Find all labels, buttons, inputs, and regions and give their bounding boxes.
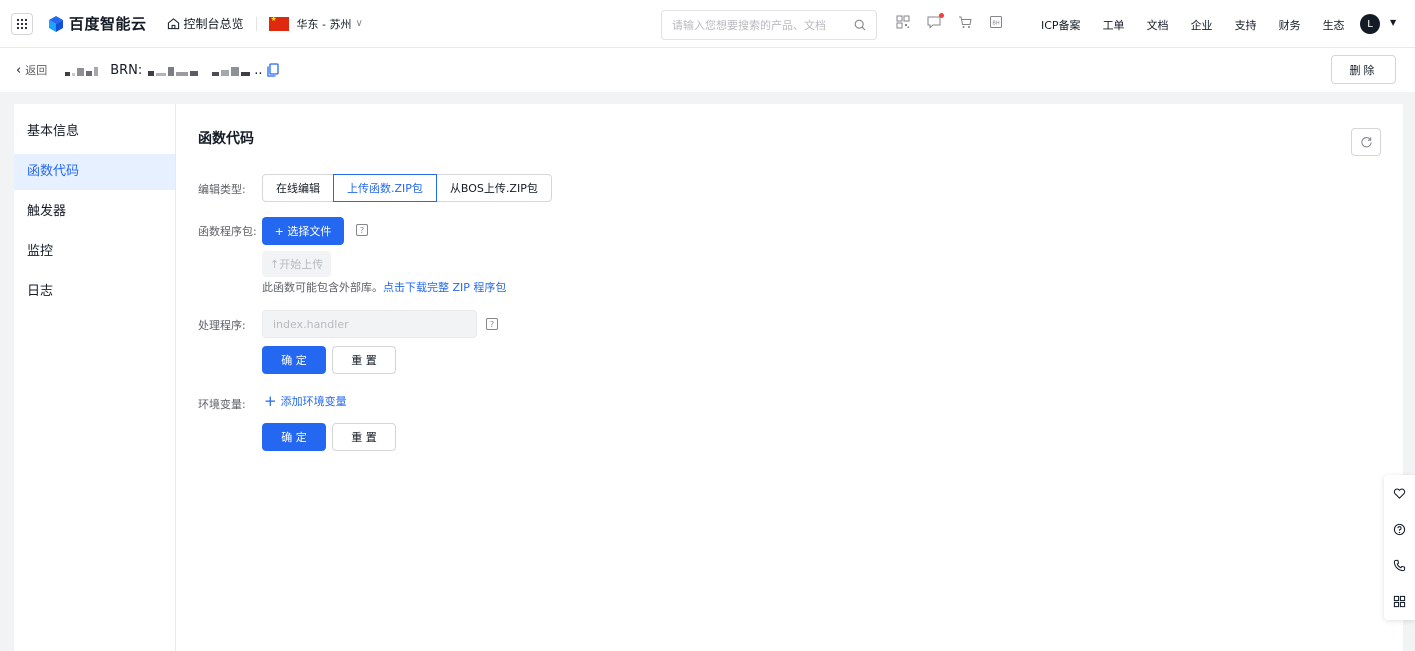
link-ticket[interactable]: 工单 (1103, 17, 1125, 33)
copy-icon[interactable] (266, 63, 279, 77)
search-input[interactable]: 请输入您想要搜索的产品、文档 (661, 10, 877, 40)
sidebar-item-function-code[interactable]: 函数代码 (14, 154, 175, 190)
refresh-icon (1360, 136, 1372, 147)
sidebar-item-logs[interactable]: 日志 (14, 274, 175, 310)
refresh-button[interactable] (1351, 128, 1381, 156)
link-docs[interactable]: 文档 (1147, 17, 1169, 33)
message-icon[interactable] (927, 13, 944, 29)
reset-button[interactable]: 重 置 (332, 346, 396, 374)
china-flag-icon (268, 15, 289, 31)
divider (255, 16, 257, 31)
page-title: 函数代码 (198, 131, 254, 147)
floating-toolbar (1384, 475, 1415, 620)
link-enterprise[interactable]: 企业 (1191, 17, 1213, 33)
toolbar-links: ICP备案 工单 文档 企业 支持 财务 生态 (1041, 17, 1367, 33)
link-finance[interactable]: 财务 (1279, 17, 1301, 33)
content-card: 基本信息 函数代码 触发器 监控 日志 函数代码 编辑类型: 在线编辑 上传函数… (14, 104, 1403, 651)
help-circle-icon[interactable] (1384, 511, 1415, 547)
add-env-var-link[interactable]: + 添加环境变量 (264, 393, 347, 409)
caret-down-icon[interactable]: ▼ (1390, 18, 1396, 27)
handler-input[interactable]: index.handler (262, 310, 477, 338)
brand-name: 百度智能云 (69, 15, 147, 33)
brand-logo[interactable]: 百度智能云 (47, 13, 147, 34)
download-zip-link[interactable]: 点击下载完整 ZIP 程序包 (383, 281, 506, 294)
side-nav: 基本信息 函数代码 触发器 监控 日志 (14, 104, 176, 651)
brn-label: BRN: (110, 62, 143, 78)
search-icon (854, 19, 866, 31)
avatar[interactable]: L (1360, 14, 1380, 34)
edit-type-online[interactable]: 在线编辑 (262, 174, 334, 202)
hint-text: 此函数可能包含外部库。 (262, 281, 383, 294)
link-support[interactable]: 支持 (1235, 17, 1257, 33)
chevron-down-icon: ∨ (355, 18, 363, 29)
handler-label: 处理程序: (198, 319, 246, 332)
edit-type-label: 编辑类型: (198, 183, 246, 196)
app-grid-icon[interactable] (11, 12, 33, 35)
qrcode-icon[interactable] (896, 15, 910, 29)
back-label: 返回 (25, 64, 48, 77)
help-icon[interactable]: ? (486, 318, 498, 330)
redacted-brn-value (148, 64, 252, 76)
top-navbar: 百度智能云 控制台总览 华东 - 苏州 ∨ 请输入您想要搜索的产品、文档 BH … (0, 0, 1415, 48)
confirm-button[interactable]: 确 定 (262, 346, 326, 374)
edit-type-bos-zip[interactable]: 从BOS上传.ZIP包 (435, 174, 552, 202)
start-upload-button[interactable]: ↑开始上传 (262, 251, 332, 277)
toolbar-icons: BH (896, 13, 1020, 29)
svg-text:BH: BH (992, 21, 999, 27)
function-header: ‹ 返回 BRN: .. 删除 (0, 48, 1415, 92)
search-mask (640, 10, 661, 40)
package-hint: 此函数可能包含外部库。点击下载完整 ZIP 程序包 (262, 279, 506, 295)
apps-grid-icon[interactable] (1384, 583, 1415, 619)
cube-logo-icon (49, 15, 63, 32)
region-selector[interactable]: 华东 - 苏州 ∨ (268, 15, 363, 32)
search-placeholder: 请输入您想要搜索的产品、文档 (672, 19, 826, 32)
add-env-label: 添加环境变量 (280, 395, 347, 408)
console-home-label: 控制台总览 (183, 17, 244, 31)
cart-icon[interactable] (958, 15, 972, 29)
sidebar-item-triggers[interactable]: 触发器 (14, 194, 175, 230)
sidebar-item-monitoring[interactable]: 监控 (14, 234, 175, 270)
back-link[interactable]: ‹ 返回 (16, 62, 47, 78)
plus-icon: + (264, 391, 277, 410)
link-ecosystem[interactable]: 生态 (1323, 17, 1345, 33)
notification-dot (939, 13, 944, 18)
env-label: 环境变量: (198, 398, 246, 411)
sidebar-item-basic-info[interactable]: 基本信息 (14, 114, 175, 150)
select-file-button[interactable]: + 选择文件 (262, 217, 344, 245)
billing-icon[interactable]: BH (989, 15, 1003, 29)
reset-button-env[interactable]: 重 置 (332, 423, 396, 451)
main-panel: 函数代码 编辑类型: 在线编辑 上传函数.ZIP包 从BOS上传.ZIP包 函数… (176, 104, 1403, 651)
home-icon (167, 18, 179, 30)
help-icon[interactable]: ? (356, 224, 368, 236)
redacted-function-name (65, 64, 100, 76)
package-label: 函数程序包: (198, 225, 257, 238)
brn-ellipsis: .. (254, 62, 263, 78)
edit-type-segmented: 在线编辑 上传函数.ZIP包 从BOS上传.ZIP包 (262, 174, 552, 202)
delete-button[interactable]: 删除 (1331, 55, 1396, 84)
phone-icon[interactable] (1384, 547, 1415, 583)
favorite-heart-icon[interactable] (1384, 475, 1415, 511)
chevron-left-icon: ‹ (16, 62, 22, 78)
link-icp[interactable]: ICP备案 (1041, 17, 1081, 33)
console-home-link[interactable]: 控制台总览 (167, 15, 244, 32)
edit-type-upload-zip[interactable]: 上传函数.ZIP包 (333, 174, 437, 202)
confirm-button-env[interactable]: 确 定 (262, 423, 326, 451)
region-label: 华东 - 苏州 (296, 17, 352, 31)
